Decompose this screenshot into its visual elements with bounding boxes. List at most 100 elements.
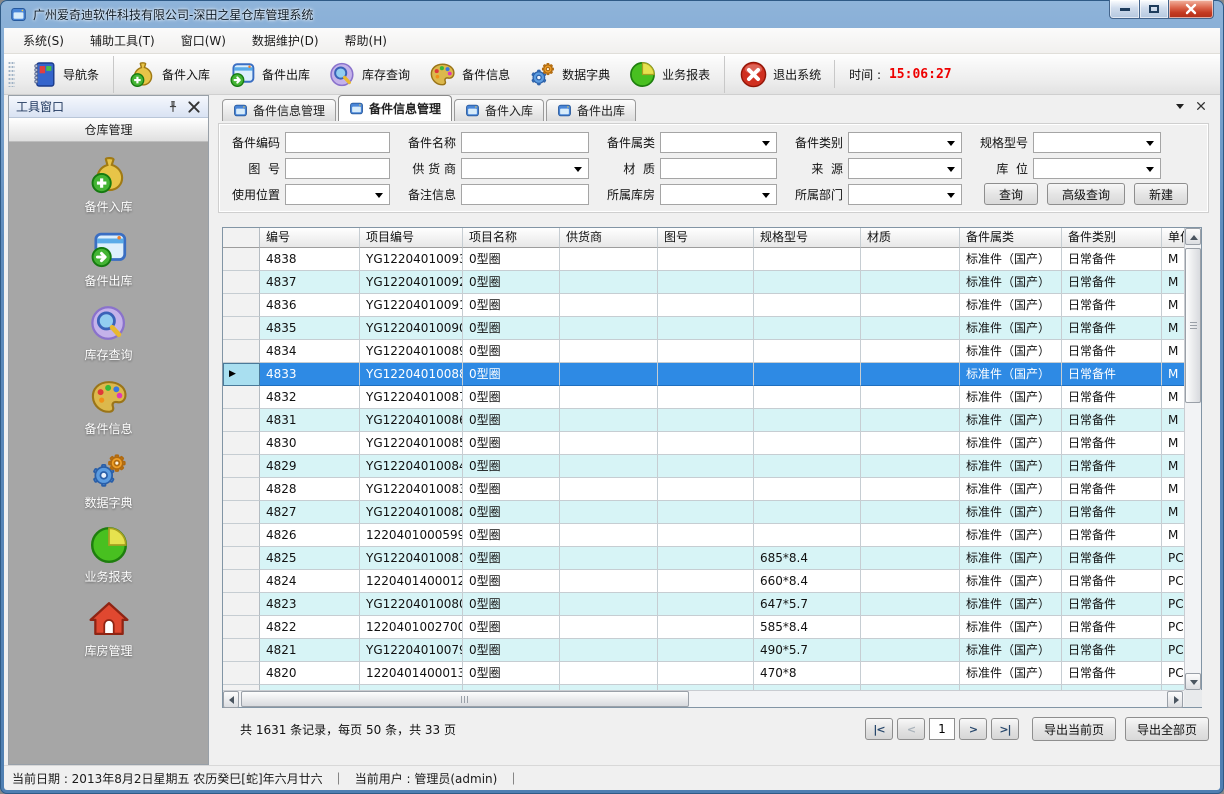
tab-parts-outbound[interactable]: 备件出库 [546, 99, 636, 121]
table-row[interactable]: 4835 YG12204010090 0型圈 标准件（国产） 日常备件 M [223, 317, 1184, 340]
field-stock-location[interactable] [1033, 158, 1161, 179]
table-column-header[interactable]: 供货商 [560, 228, 658, 248]
table-cell: 标准件（国产） [960, 317, 1062, 340]
field-spec-model[interactable] [1033, 132, 1161, 153]
warehouse-mgmt-section-header[interactable]: 仓库管理 [9, 118, 208, 142]
export-all-pages-button[interactable]: 导出全部页 [1125, 717, 1209, 741]
table-column-header[interactable]: 材质 [861, 228, 960, 248]
table-column-header[interactable]: 项目编号 [360, 228, 463, 248]
page-number-input[interactable] [929, 718, 955, 740]
tab-parts-inbound[interactable]: 备件入库 [454, 99, 544, 121]
table-row[interactable]: 4834 YG12204010089 0型圈 标准件（国产） 日常备件 M [223, 340, 1184, 363]
table-row[interactable]: 4830 YG12204010085 0型圈 标准件（国产） 日常备件 M [223, 432, 1184, 455]
field-drawing-no[interactable] [285, 158, 390, 179]
menu-window[interactable]: 窗口(W) [168, 28, 239, 53]
field-use-position[interactable] [285, 184, 390, 205]
table-column-header[interactable]: 图号 [658, 228, 754, 248]
toolbar-inventory-query[interactable]: 库存查询 [319, 56, 419, 93]
toolbar-grip[interactable] [8, 61, 15, 87]
table-row[interactable]: 4826 1220401000599 0型圈 标准件（国产） 日常备件 M [223, 524, 1184, 547]
sidebar-item-data-dictionary[interactable]: 数据字典 [49, 450, 169, 511]
sidebar-item-parts-info[interactable]: 备件信息 [49, 376, 169, 437]
toolbar-navigator[interactable]: 导航条 [20, 56, 108, 93]
table-row[interactable]: 4820 1220401400013 0型圈 470*8 标准件（国产） 日常备… [223, 662, 1184, 685]
new-button[interactable]: 新建 [1134, 183, 1188, 205]
field-source[interactable] [848, 158, 962, 179]
toolbar-parts-outbound[interactable]: 备件出库 [219, 56, 319, 93]
table-row[interactable]: 4828 YG12204010083 0型圈 标准件（国产） 日常备件 M [223, 478, 1184, 501]
table-column-header[interactable]: 备件类别 [1062, 228, 1162, 248]
sidebar-item-parts-outbound[interactable]: 备件出库 [49, 228, 169, 289]
field-part-category[interactable] [660, 132, 777, 153]
field-remark[interactable] [461, 184, 589, 205]
prev-page-button[interactable]: < [897, 718, 925, 740]
last-page-button[interactable]: >| [991, 718, 1019, 740]
table-row[interactable]: 4829 YG12204010084 0型圈 标准件（国产） 日常备件 M [223, 455, 1184, 478]
next-page-button[interactable]: > [959, 718, 987, 740]
field-supplier[interactable] [461, 158, 589, 179]
scroll-right-button[interactable] [1167, 691, 1183, 708]
field-department[interactable] [848, 184, 962, 205]
horizontal-scroll-thumb[interactable] [241, 691, 689, 707]
menu-aux-tools[interactable]: 辅助工具(T) [77, 28, 168, 53]
table-row[interactable]: 4825 YG12204010081 0型圈 685*8.4 标准件（国产） 日… [223, 547, 1184, 570]
scroll-left-button[interactable] [223, 691, 239, 708]
menu-help[interactable]: 帮助(H) [332, 28, 400, 53]
table-row[interactable]: 4837 YG12204010092 0型圈 标准件（国产） 日常备件 M [223, 271, 1184, 294]
toolbar-business-report[interactable]: 业务报表 [619, 56, 719, 93]
minimize-button[interactable] [1109, 0, 1140, 19]
menu-data-maintenance[interactable]: 数据维护(D) [239, 28, 332, 53]
table-row[interactable]: 4838 YG12204010093 0型圈 标准件（国产） 日常备件 M [223, 248, 1184, 271]
tool-window-panel: 工具窗口 仓库管理 备件入库 备件出库 [8, 95, 209, 765]
sidebar-item-inventory-query[interactable]: 库存查询 [49, 302, 169, 363]
field-material[interactable] [660, 158, 777, 179]
table-column-header[interactable]: 备件属类 [960, 228, 1062, 248]
scroll-up-button[interactable] [1185, 228, 1201, 245]
pin-icon[interactable] [166, 100, 180, 114]
table-cell: PC [1162, 570, 1184, 593]
table-row[interactable]: 4827 YG12204010082 0型圈 标准件（国产） 日常备件 M [223, 501, 1184, 524]
table-cell: 4821 [260, 639, 360, 662]
tab-parts-info-mgmt-2[interactable]: 备件信息管理 [338, 95, 452, 121]
navigator-book-icon [29, 60, 58, 89]
table-column-header[interactable]: 项目名称 [463, 228, 560, 248]
query-button[interactable]: 查询 [984, 183, 1038, 205]
horizontal-scrollbar[interactable] [223, 690, 1184, 707]
first-page-button[interactable]: |< [865, 718, 893, 740]
export-current-page-button[interactable]: 导出当前页 [1032, 717, 1116, 741]
menu-system[interactable]: 系统(S) [10, 28, 77, 53]
table-column-header[interactable]: 规格型号 [754, 228, 861, 248]
close-tab-icon[interactable] [1196, 101, 1206, 111]
sidebar-item-warehouse-mgmt[interactable]: 库房管理 [49, 598, 169, 659]
sidebar-item-parts-inbound[interactable]: 备件入库 [49, 154, 169, 215]
toolbar: 导航条 备件入库 备件出库 库存查询 [4, 54, 1220, 95]
field-part-class[interactable] [848, 132, 962, 153]
table-row[interactable]: 4832 YG12204010087 0型圈 标准件（国产） 日常备件 M [223, 386, 1184, 409]
toolbar-data-dictionary[interactable]: 数据字典 [519, 56, 619, 93]
close-button[interactable] [1169, 0, 1214, 19]
table-column-header[interactable]: 编号 [260, 228, 360, 248]
toolbar-exit-system[interactable]: 退出系统 [724, 56, 830, 93]
sidebar-item-business-report[interactable]: 业务报表 [49, 524, 169, 585]
table-column-header[interactable]: 单位 [1162, 228, 1184, 248]
vertical-scroll-thumb[interactable] [1185, 248, 1201, 403]
close-panel-icon[interactable] [187, 100, 201, 114]
field-part-code[interactable] [285, 132, 390, 153]
table-row[interactable]: 4821 YG12204010079 0型圈 490*5.7 标准件（国产） 日… [223, 639, 1184, 662]
advanced-query-button[interactable]: 高级查询 [1047, 183, 1125, 205]
scroll-down-button[interactable] [1185, 673, 1201, 690]
field-part-name[interactable] [461, 132, 589, 153]
field-warehouse[interactable] [660, 184, 777, 205]
maximize-button[interactable] [1140, 0, 1169, 19]
vertical-scrollbar[interactable] [1184, 228, 1201, 690]
table-row[interactable]: 4823 YG12204010080 0型圈 647*5.7 标准件（国产） 日… [223, 593, 1184, 616]
toolbar-parts-info[interactable]: 备件信息 [419, 56, 519, 93]
tab-list-dropdown-icon[interactable] [1176, 104, 1184, 109]
toolbar-parts-inbound[interactable]: 备件入库 [113, 56, 219, 93]
table-row[interactable]: 4836 YG12204010091 0型圈 标准件（国产） 日常备件 M [223, 294, 1184, 317]
table-row[interactable]: 4833 YG12204010088 0型圈 标准件（国产） 日常备件 M [223, 363, 1184, 386]
table-row[interactable]: 4822 1220401002700 0型圈 585*8.4 标准件（国产） 日… [223, 616, 1184, 639]
tab-parts-info-mgmt-1[interactable]: 备件信息管理 [222, 99, 336, 121]
table-row[interactable]: 4831 YG12204010086 0型圈 标准件（国产） 日常备件 M [223, 409, 1184, 432]
table-row[interactable]: 4824 1220401400012 0型圈 660*8.4 标准件（国产） 日… [223, 570, 1184, 593]
